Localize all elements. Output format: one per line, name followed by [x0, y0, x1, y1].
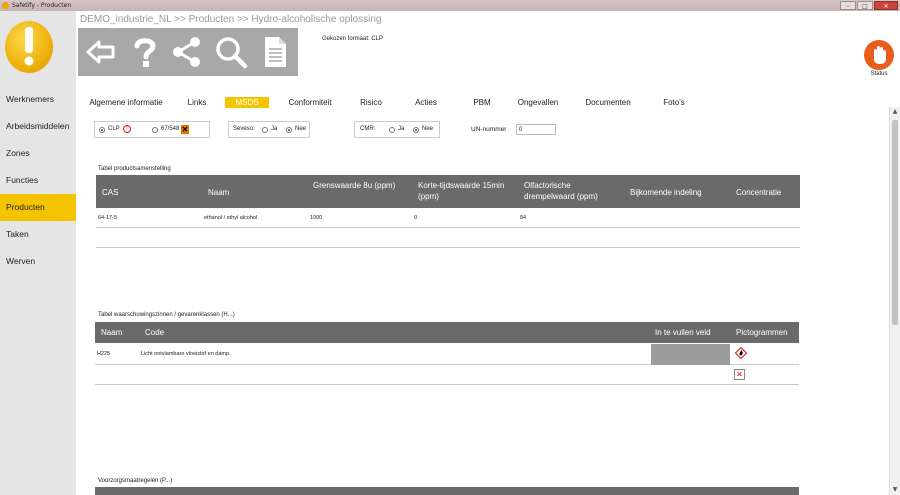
col-naam: Naam — [208, 188, 230, 197]
add-pictogram-x-icon[interactable]: ✕ — [734, 369, 745, 380]
table-row-empty[interactable] — [96, 228, 800, 248]
stop-hand-icon — [874, 46, 886, 64]
precautions-table-header — [95, 487, 799, 495]
sidebar-item-zones[interactable]: Zones — [0, 140, 76, 167]
sidebar: Werknemers Arbeidsmiddelen Zones Functie… — [0, 11, 76, 495]
sidebar-nav: Werknemers Arbeidsmiddelen Zones Functie… — [0, 86, 76, 275]
cmr-nee-label: Nee — [422, 126, 434, 132]
status-label: Status — [870, 71, 888, 77]
tab-algemene-informatie[interactable]: Algemene informatie — [84, 97, 168, 108]
radio-seveso-ja[interactable] — [262, 127, 268, 133]
seveso-nee-label: Nee — [295, 126, 307, 132]
toolbar — [78, 28, 298, 76]
hazard-table-header: Naam Code In te vullen veld Pictogrammen — [95, 322, 799, 343]
old-format-label: 67/548 — [161, 126, 180, 132]
fill-field-input[interactable] — [651, 344, 730, 365]
table-row[interactable]: 64-17-5 ethanol / ethyl alcohol 1000 0 8… — [96, 208, 800, 228]
sidebar-item-werknemers[interactable]: Werknemers — [0, 86, 76, 113]
col-olfactorische: Olfactorische drempelwaard (ppm) — [524, 181, 598, 201]
cmr-label: CMR: — [360, 126, 376, 132]
cmr-ja-label: Ja — [398, 126, 405, 132]
col-grenswaarde: Grenswaarde 8u (ppm) — [313, 181, 396, 190]
col-concentratie: Concentratie — [736, 188, 782, 197]
composition-table-header: CAS Naam Grenswaarde 8u (ppm) Korte-tijd… — [96, 175, 800, 208]
hazard-table-caption: Tabel waarschuwingszinnen / gevarenklass… — [98, 312, 235, 318]
sidebar-item-arbeidsmiddelen[interactable]: Arbeidsmiddelen — [0, 113, 76, 140]
tab-fotos[interactable]: Foto's — [654, 97, 694, 108]
clp-warning-icon: ! — [123, 125, 131, 133]
col-korte-tijdswaarde: Korte-tijdswaarde 15min (ppm) — [418, 181, 505, 201]
scroll-thumb[interactable] — [892, 120, 898, 325]
tab-links[interactable]: Links — [182, 97, 212, 108]
precautions-caption: Voorzorgsmaatregelen (P...) — [98, 478, 173, 484]
sidebar-item-producten[interactable]: Producten — [0, 194, 76, 221]
col-h-naam: Naam — [101, 328, 123, 337]
maximize-icon[interactable]: □ — [857, 1, 873, 10]
search-icon[interactable] — [214, 35, 248, 69]
col-pictogrammen: Pictogrammen — [736, 328, 788, 337]
status-button[interactable] — [864, 40, 894, 70]
tab-documenten[interactable]: Documenten — [580, 97, 636, 108]
composition-table-caption: Tabel productsamenstelling — [98, 166, 171, 172]
tab-risico[interactable]: Risico — [354, 97, 388, 108]
seveso-ja-label: Ja — [271, 126, 278, 132]
document-icon[interactable] — [258, 35, 292, 69]
col-in-te-vullen-veld: In te vullen veld — [655, 328, 711, 337]
safetify-logo — [5, 21, 53, 73]
cmr-selector: CMR: Ja Nee — [354, 121, 440, 138]
radio-67-548[interactable] — [152, 127, 158, 133]
sidebar-item-werven[interactable]: Werven — [0, 248, 76, 275]
cell-olfactorische: 84 — [520, 215, 527, 221]
breadcrumb: DEMO_industrie_NL >> Producten >> Hydro-… — [80, 14, 382, 25]
sidebar-item-taken[interactable]: Taken — [0, 221, 76, 248]
harmful-x-icon: ✕ — [181, 125, 189, 134]
window-controls: – □ ✕ — [840, 0, 898, 11]
radio-cmr-nee[interactable] — [413, 127, 419, 133]
col-bijkomende-indeling: Bijkomende indeling — [630, 188, 702, 197]
un-number-input[interactable]: 0 — [516, 124, 556, 135]
un-number-label: UN-nummer — [471, 126, 507, 133]
table-row[interactable]: H225 Licht ontvlambare vloeistof en damp… — [95, 343, 799, 365]
chosen-format-label: Gekozen formaat: CLP — [322, 36, 384, 42]
col-cas: CAS — [102, 188, 119, 197]
help-question-icon[interactable] — [128, 35, 162, 69]
tab-msds[interactable]: MSDS — [225, 97, 269, 108]
tab-conformiteit[interactable]: Conformiteit — [282, 97, 338, 108]
main-content: DEMO_industrie_NL >> Producten >> Hydro-… — [76, 11, 900, 495]
cell-h-naam: H225 — [97, 351, 111, 357]
radio-clp[interactable] — [99, 127, 105, 133]
seveso-label: Seveso: — [233, 126, 255, 132]
flame-pictogram-icon — [735, 347, 747, 359]
radio-seveso-nee[interactable] — [286, 127, 292, 133]
minimize-icon[interactable]: – — [840, 1, 856, 10]
scroll-up-icon[interactable]: ▲ — [890, 107, 900, 117]
vertical-scrollbar[interactable]: ▲ ▼ — [889, 107, 900, 495]
tab-ongevallen[interactable]: Ongevallen — [514, 97, 562, 108]
tab-acties[interactable]: Acties — [407, 97, 445, 108]
tab-pbm[interactable]: PBM — [467, 97, 497, 108]
app-icon — [2, 2, 9, 9]
window-title: Safetify - Producten — [12, 2, 72, 9]
clp-label: CLP — [108, 126, 120, 132]
format-selector: CLP ! 67/548 ✕ — [94, 121, 210, 138]
back-arrow-icon[interactable] — [84, 35, 118, 69]
window-titlebar: Safetify - Producten – □ ✕ — [0, 0, 900, 11]
share-icon[interactable] — [170, 35, 204, 69]
seveso-selector: Seveso: Ja Nee — [228, 121, 310, 138]
cell-grenswaarde: 1000 — [310, 215, 323, 221]
cell-h-code: Licht ontvlambare vloeistof en damp. — [141, 351, 231, 357]
cell-korte-tijdswaarde: 0 — [414, 215, 418, 221]
table-row-empty[interactable]: ✕ — [95, 365, 799, 385]
sidebar-item-functies[interactable]: Functies — [0, 167, 76, 194]
cell-cas: 64-17-5 — [98, 215, 117, 221]
col-h-code: Code — [145, 328, 165, 337]
close-icon[interactable]: ✕ — [874, 1, 898, 10]
radio-cmr-ja[interactable] — [389, 127, 395, 133]
cell-naam: ethanol / ethyl alcohol — [204, 215, 258, 221]
scroll-down-icon[interactable]: ▼ — [890, 485, 900, 495]
